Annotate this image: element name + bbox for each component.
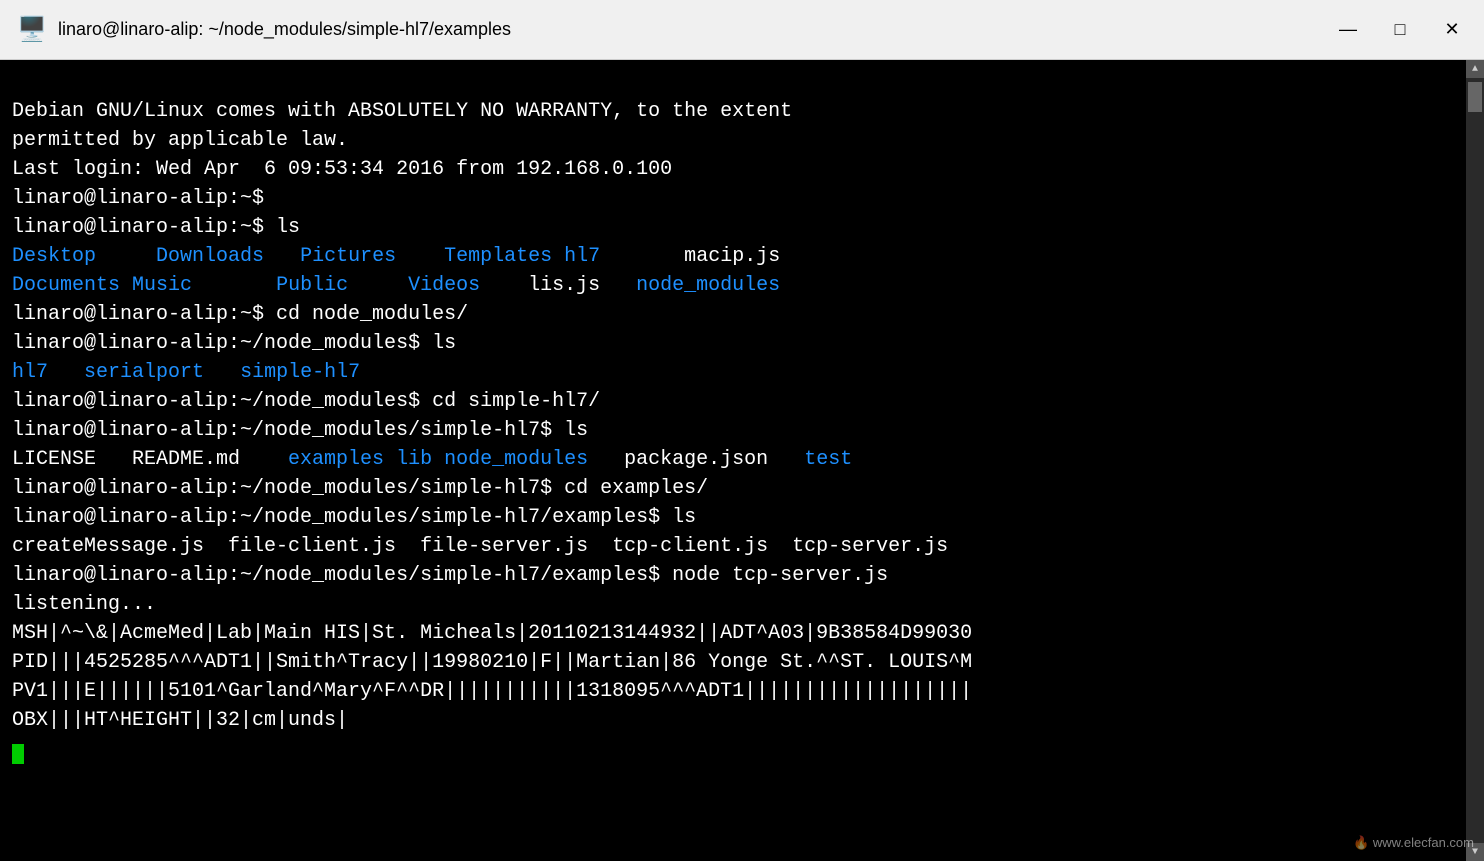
window-title: linaro@linaro-alip: ~/node_modules/simpl… [58,19,1332,40]
maximize-button[interactable]: □ [1384,14,1416,46]
scroll-up-button[interactable]: ▲ [1466,60,1484,78]
node-modules-dir2: node_modules [444,448,588,471]
hl7-module: hl7 [12,361,48,384]
pictures-dir: Pictures [300,245,396,268]
window-icon: 🖥️ [16,14,48,46]
test-dir: test [804,448,852,471]
line-warranty: Debian GNU/Linux comes with ABSOLUTELY N… [12,100,792,239]
public-dir: Public [276,274,348,297]
watermark-icon: 🔥 [1353,835,1369,850]
cursor [12,744,24,764]
terminal-area: Debian GNU/Linux comes with ABSOLUTELY N… [0,60,1484,861]
hl7-dir: hl7 [564,245,600,268]
line-cd-examples: linaro@linaro-alip:~/node_modules/simple… [12,477,972,732]
examples-dir: examples [288,448,384,471]
desktop-dir: Desktop [12,245,96,268]
scrollbar-thumb[interactable] [1468,82,1482,112]
documents-dir: Documents [12,274,120,297]
serialport-module: serialport [84,361,204,384]
ls-row2: Documents Music Public Videos lis.js nod… [12,274,780,297]
line-cd-node: linaro@linaro-alip:~$ cd node_modules/ l… [12,303,468,355]
titlebar: 🖥️ linaro@linaro-alip: ~/node_modules/si… [0,0,1484,60]
node-modules-dir: node_modules [636,274,780,297]
close-button[interactable]: ✕ [1436,14,1468,46]
ls-modules: hl7 serialport simple-hl7 [12,361,360,384]
music-dir: Music [132,274,192,297]
terminal-content[interactable]: Debian GNU/Linux comes with ABSOLUTELY N… [0,60,1466,861]
ls-simple-hl7: LICENSE README.md examples lib node_modu… [12,448,852,471]
templates-dir: Templates [444,245,552,268]
scrollbar[interactable]: ▲ ▼ [1466,60,1484,861]
window-controls: — □ ✕ [1332,14,1468,46]
terminal-wrapper: Debian GNU/Linux comes with ABSOLUTELY N… [0,60,1484,861]
watermark: 🔥 www.elecfan.com [1353,835,1474,851]
lib-dir: lib [396,448,432,471]
minimize-button[interactable]: — [1332,14,1364,46]
ls-row1: Desktop Downloads Pictures Templates hl7… [12,245,780,268]
simple-hl7-module: simple-hl7 [240,361,360,384]
downloads-dir: Downloads [156,245,264,268]
videos-dir: Videos [408,274,480,297]
terminal-window: 🖥️ linaro@linaro-alip: ~/node_modules/si… [0,0,1484,861]
line-cd-simple: linaro@linaro-alip:~/node_modules$ cd si… [12,390,600,442]
watermark-text: www.elecfan.com [1373,835,1474,850]
scrollbar-track[interactable] [1466,78,1484,843]
